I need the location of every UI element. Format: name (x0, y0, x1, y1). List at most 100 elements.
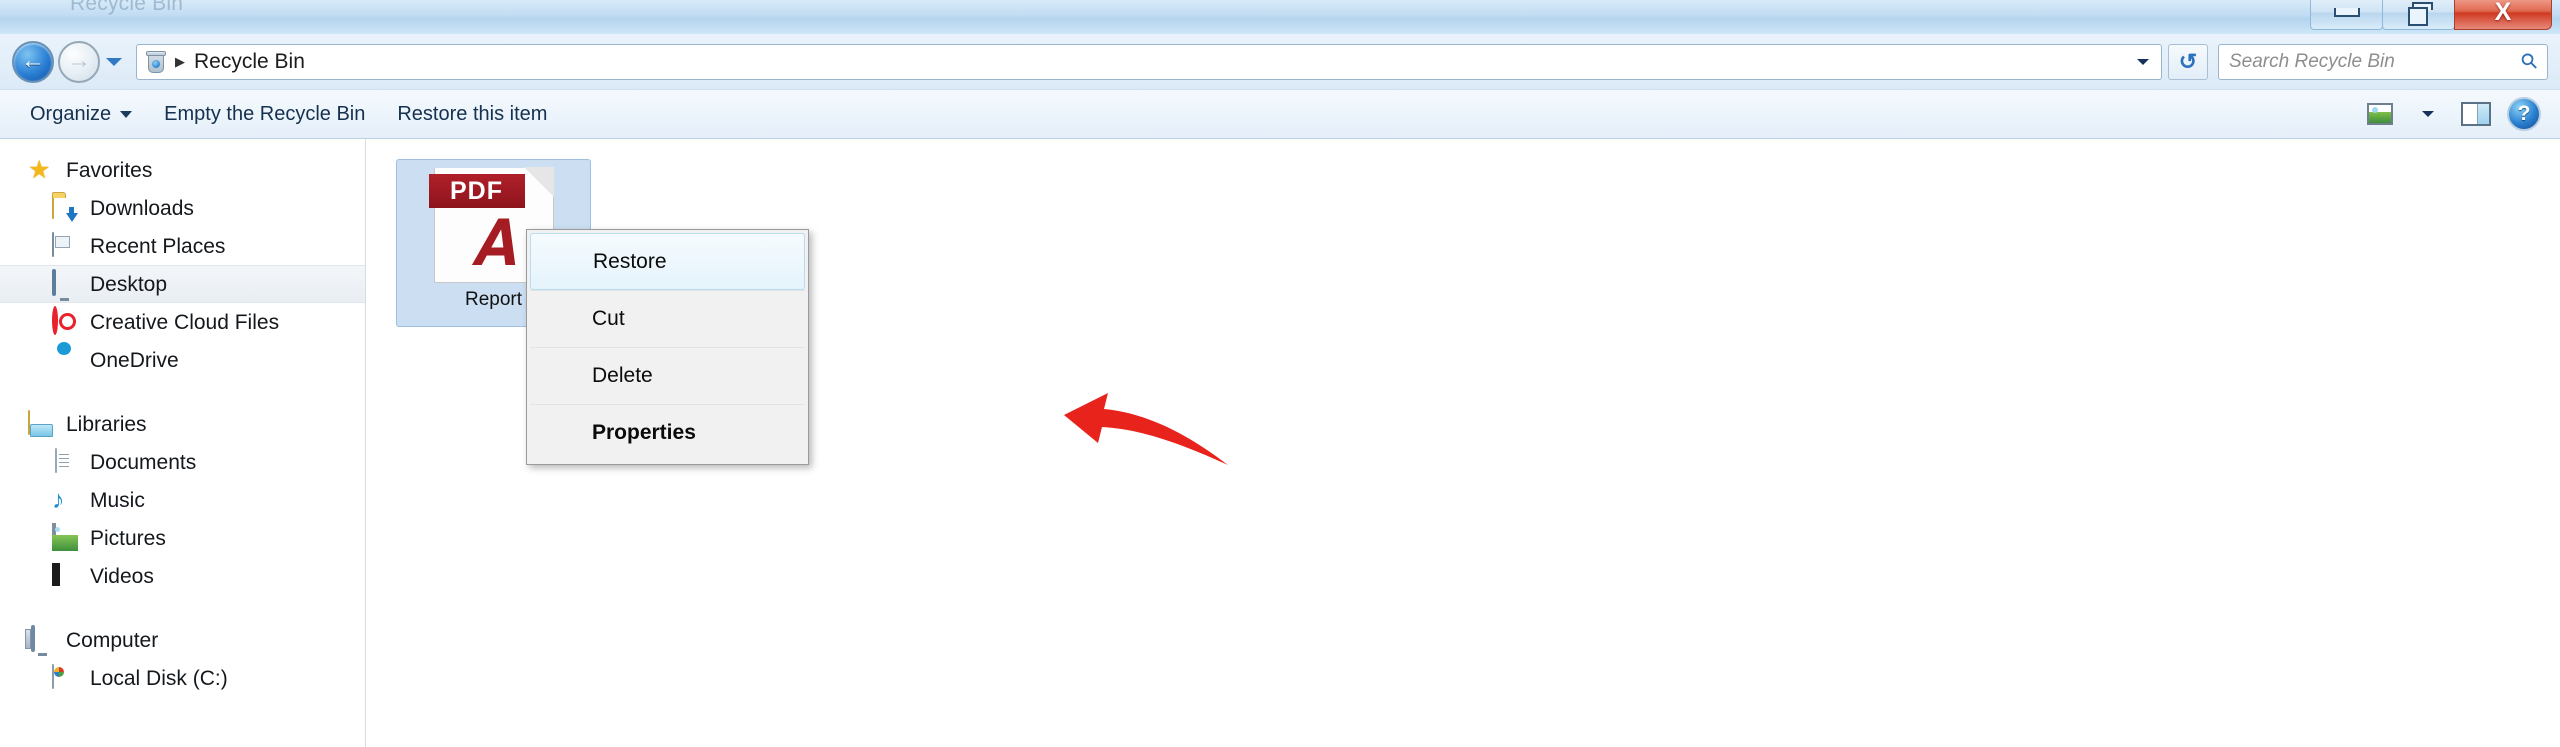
window-body: ★ Favorites Downloads Recent Places Desk… (0, 139, 2560, 747)
nav-group-libraries: Libraries Documents ♪ Music Pictures Vid… (0, 405, 365, 595)
page-fold-icon (523, 167, 554, 197)
maximize-button[interactable] (2382, 0, 2455, 30)
navigation-pane[interactable]: ★ Favorites Downloads Recent Places Desk… (0, 139, 366, 747)
nav-group-computer: Computer Local Disk (C:) (0, 621, 365, 697)
breadcrumb-recycle-bin[interactable]: Recycle Bin (194, 50, 305, 74)
sidebar-item-recent-places[interactable]: Recent Places (0, 227, 365, 265)
sidebar-label: Pictures (90, 526, 166, 550)
preview-pane-button[interactable] (2454, 96, 2498, 132)
sidebar-label: Music (90, 488, 145, 512)
organize-label: Organize (30, 102, 112, 125)
sidebar-item-desktop[interactable]: Desktop (0, 265, 365, 303)
explorer-window: Recycle Bin X ← → ▶ Recycle Bin ↺ Search… (0, 0, 2560, 747)
video-icon (52, 563, 78, 589)
navigation-bar: ← → ▶ Recycle Bin ↺ Search Recycle Bin ⚲ (0, 34, 2560, 89)
sidebar-label: Desktop (90, 272, 168, 296)
adobe-swoosh-icon: 𝑨 (471, 208, 516, 279)
recycle-bin-icon (145, 50, 167, 74)
menu-icon-gutter (530, 348, 582, 404)
nav-group-favorites: ★ Favorites Downloads Recent Places Desk… (0, 151, 365, 379)
document-icon (52, 448, 78, 475)
view-options-icon (2367, 103, 2393, 125)
sidebar-label: Favorites (66, 158, 153, 182)
context-menu-label: Delete (592, 364, 653, 387)
context-menu-item-properties[interactable]: Properties (530, 404, 805, 461)
menu-icon-gutter (531, 234, 583, 289)
chevron-down-icon (106, 57, 122, 66)
menu-icon-gutter (530, 291, 582, 347)
organize-button[interactable]: Organize (14, 97, 148, 132)
annotation-arrow-icon (1064, 393, 1228, 465)
restore-window-icon (2407, 1, 2433, 26)
search-box[interactable]: Search Recycle Bin ⚲ (2218, 43, 2548, 80)
window-title: Recycle Bin (70, 0, 184, 15)
sidebar-label: Local Disk (C:) (90, 666, 228, 690)
libraries-icon (28, 410, 54, 437)
context-menu-item-restore[interactable]: Restore (530, 233, 805, 290)
desktop-icon (52, 269, 78, 297)
sidebar-label: Documents (90, 450, 197, 474)
sidebar-label: Creative Cloud Files (90, 310, 280, 334)
close-button[interactable]: X (2454, 0, 2552, 30)
address-dropdown-button[interactable] (2127, 45, 2159, 79)
context-menu-label: Cut (592, 307, 625, 330)
refresh-icon: ↺ (2178, 48, 2198, 74)
search-input[interactable]: Search Recycle Bin (2229, 51, 2522, 73)
chevron-down-icon (120, 110, 133, 118)
restore-this-item-button[interactable]: Restore this item (381, 97, 563, 132)
close-icon: X (2494, 0, 2512, 26)
file-name-label: Report (464, 289, 523, 310)
context-menu-label: Properties (592, 421, 696, 444)
empty-recycle-bin-button[interactable]: Empty the Recycle Bin (148, 97, 381, 132)
sidebar-label: Videos (90, 564, 154, 588)
window-controls: X (2310, 0, 2552, 30)
sidebar-item-downloads[interactable]: Downloads (0, 189, 365, 227)
preview-pane-icon (2461, 102, 2491, 126)
breadcrumb-separator-icon: ▶ (175, 53, 185, 69)
context-menu-item-cut[interactable]: Cut (530, 290, 805, 347)
sidebar-item-onedrive[interactable]: OneDrive (0, 341, 365, 379)
forward-arrow-icon: → (67, 46, 91, 74)
sidebar-header-favorites[interactable]: ★ Favorites (0, 151, 365, 189)
chevron-down-icon (2137, 58, 2149, 65)
file-list-view[interactable]: PDF 𝑨 Report Restore Cut Delete Properti… (366, 139, 2560, 747)
address-bar[interactable]: ▶ Recycle Bin (136, 43, 2162, 80)
sidebar-item-music[interactable]: ♪ Music (0, 481, 365, 519)
picture-icon (52, 523, 78, 551)
title-bar[interactable]: Recycle Bin X (0, 0, 2560, 34)
command-toolbar: Organize Empty the Recycle Bin Restore t… (0, 89, 2560, 139)
sidebar-item-local-disk[interactable]: Local Disk (C:) (0, 659, 365, 697)
sidebar-label: Computer (66, 628, 159, 652)
recent-pages-button[interactable] (102, 41, 126, 83)
back-arrow-icon: ← (21, 46, 45, 74)
context-menu-label: Restore (593, 249, 667, 273)
recent-places-icon (52, 232, 78, 259)
refresh-button[interactable]: ↺ (2168, 43, 2208, 80)
sidebar-item-pictures[interactable]: Pictures (0, 519, 365, 557)
pdf-badge: PDF (428, 174, 525, 208)
sidebar-item-videos[interactable]: Videos (0, 557, 365, 595)
sidebar-label: OneDrive (90, 348, 179, 372)
sidebar-item-creative-cloud-files[interactable]: Creative Cloud Files (0, 303, 365, 341)
change-view-button[interactable] (2358, 96, 2402, 132)
chevron-down-icon (2422, 111, 2434, 117)
help-button[interactable]: ? (2502, 96, 2546, 132)
sidebar-label: Libraries (66, 412, 147, 436)
view-dropdown-button[interactable] (2406, 96, 2450, 132)
music-note-icon: ♪ (52, 486, 65, 514)
context-menu[interactable]: Restore Cut Delete Properties (526, 229, 809, 465)
star-icon: ★ (28, 156, 51, 184)
downloads-folder-icon (52, 194, 78, 222)
menu-icon-gutter (530, 405, 582, 461)
context-menu-item-delete[interactable]: Delete (530, 347, 805, 404)
sidebar-header-computer[interactable]: Computer (0, 621, 365, 659)
creative-cloud-icon (52, 306, 78, 335)
local-disk-icon (52, 664, 78, 691)
minimize-button[interactable] (2310, 0, 2383, 30)
sidebar-header-libraries[interactable]: Libraries (0, 405, 365, 443)
sidebar-item-documents[interactable]: Documents (0, 443, 365, 481)
forward-button[interactable]: → (58, 40, 100, 83)
back-button[interactable]: ← (12, 40, 54, 83)
help-icon: ? (2507, 97, 2541, 131)
toolbar-right-group: ? (2358, 96, 2546, 132)
